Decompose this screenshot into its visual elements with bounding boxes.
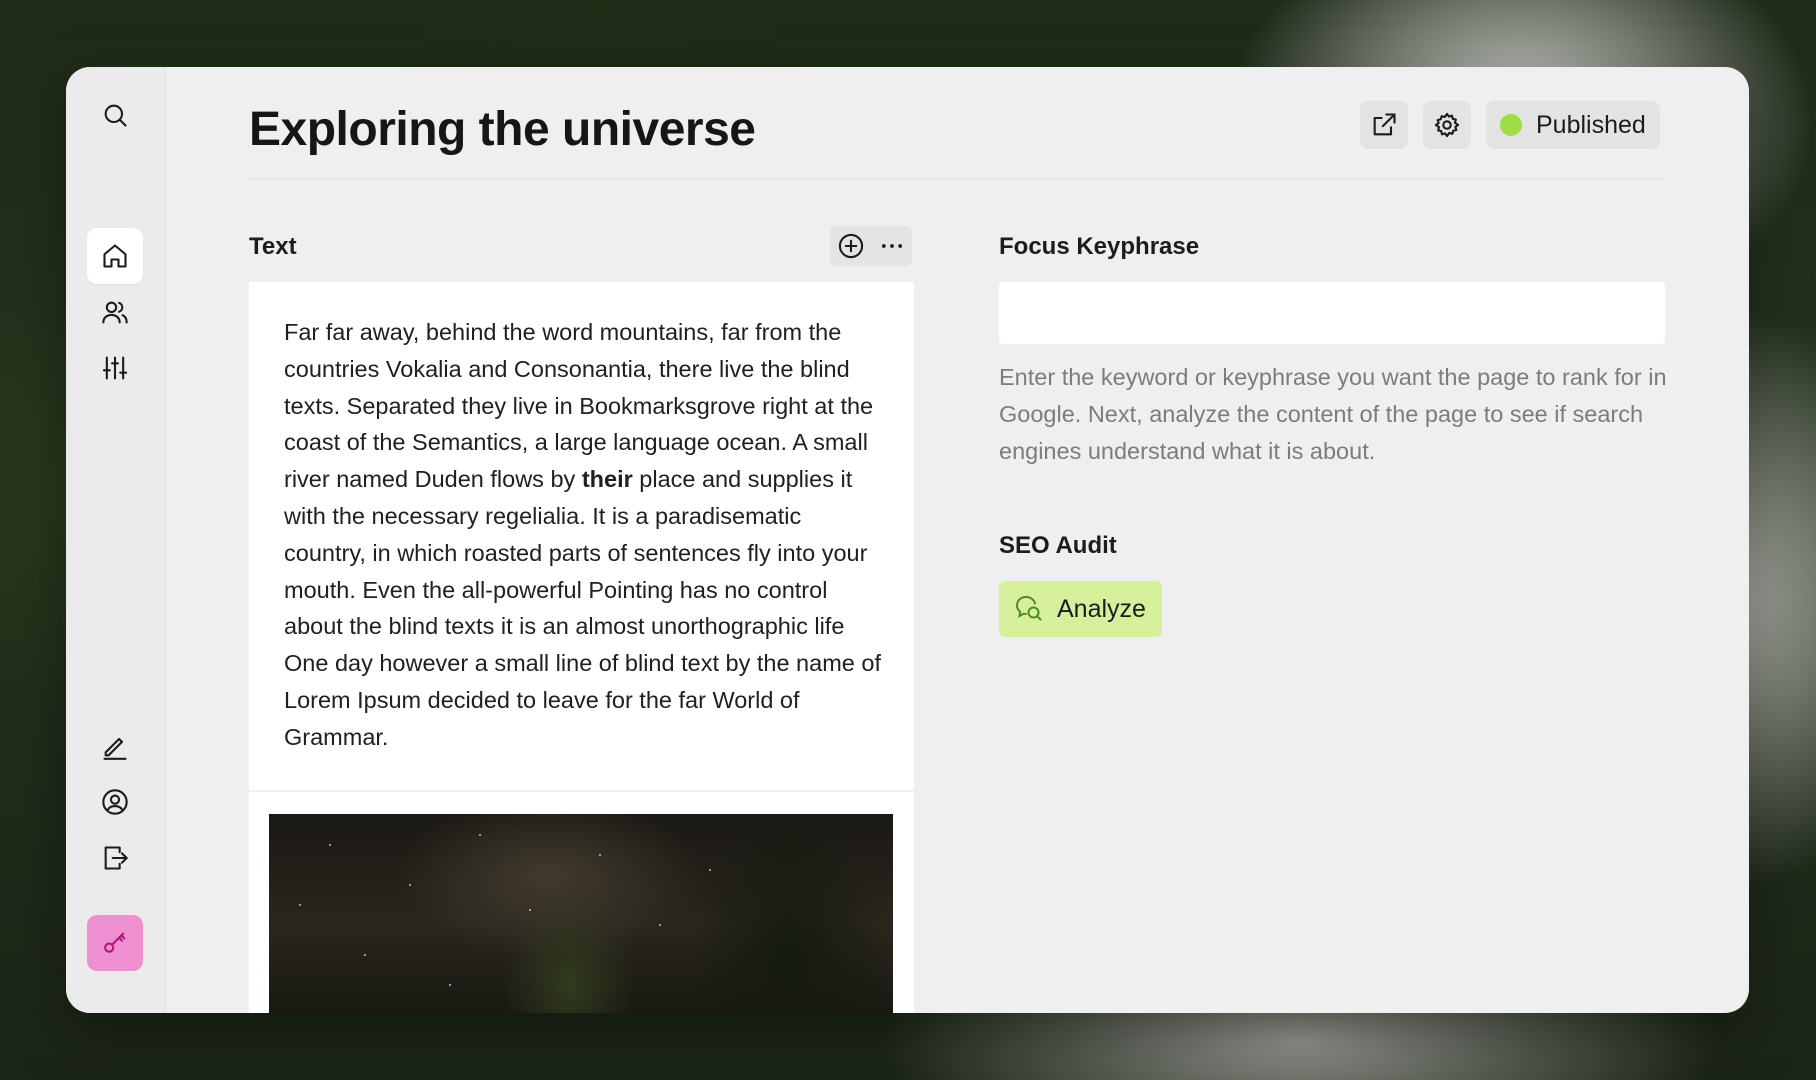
key-icon	[104, 932, 126, 953]
gear-icon	[1434, 112, 1460, 138]
header-divider	[249, 178, 1665, 180]
home-icon	[103, 244, 127, 268]
sidebar-item-profile[interactable]	[87, 774, 143, 830]
sidebar-item-edit[interactable]	[87, 718, 143, 774]
sidebar	[66, 67, 166, 1013]
status-label: Published	[1536, 110, 1646, 139]
logout-icon	[104, 846, 128, 870]
open-external-button[interactable]	[1360, 101, 1408, 149]
analyze-icon	[1015, 595, 1042, 621]
focus-keyphrase-label: Focus Keyphrase	[999, 233, 1200, 260]
plus-circle-icon	[838, 233, 863, 259]
sidebar-item-users[interactable]	[87, 284, 143, 340]
analyze-button[interactable]: Analyze	[999, 581, 1162, 637]
focus-keyphrase-input[interactable]	[999, 282, 1665, 344]
add-block-button[interactable]	[830, 226, 871, 266]
sliders-icon	[102, 356, 128, 380]
text-editor-card[interactable]: Far far away, behind the word mountains,…	[249, 282, 914, 1013]
sidebar-item-logout[interactable]	[87, 830, 143, 886]
body-text[interactable]: Far far away, behind the word mountains,…	[284, 314, 889, 756]
pencil-icon	[103, 737, 127, 760]
card-separator	[249, 790, 914, 792]
text-section-label: Text	[249, 233, 297, 260]
ellipsis-icon	[881, 244, 902, 248]
body-text-bold: their	[581, 466, 633, 493]
users-icon	[102, 301, 128, 324]
text-toolbar	[830, 226, 912, 266]
status-button[interactable]: Published	[1486, 101, 1660, 149]
search-icon	[104, 104, 127, 127]
more-options-button[interactable]	[871, 226, 912, 266]
night-sky-image[interactable]	[269, 814, 893, 1013]
page-title: Exploring the universe	[249, 103, 756, 156]
analyze-button-label: Analyze	[1057, 594, 1146, 623]
sidebar-item-settings[interactable]	[87, 340, 143, 396]
sidebar-item-home[interactable]	[87, 228, 143, 284]
seo-audit-label: SEO Audit	[999, 532, 1117, 559]
status-dot	[1500, 114, 1522, 136]
settings-button[interactable]	[1423, 101, 1471, 149]
search-button[interactable]	[87, 87, 143, 143]
focus-keyphrase-help: Enter the keyword or keyphrase you want …	[999, 364, 1667, 464]
body-text-part: place and supplies it with the necessary…	[284, 466, 881, 750]
app-window: Exploring the universe Published Text Fa…	[66, 67, 1749, 1013]
sidebar-item-key[interactable]	[87, 915, 143, 971]
external-link-icon	[1373, 113, 1396, 136]
user-circle-icon	[102, 789, 128, 815]
